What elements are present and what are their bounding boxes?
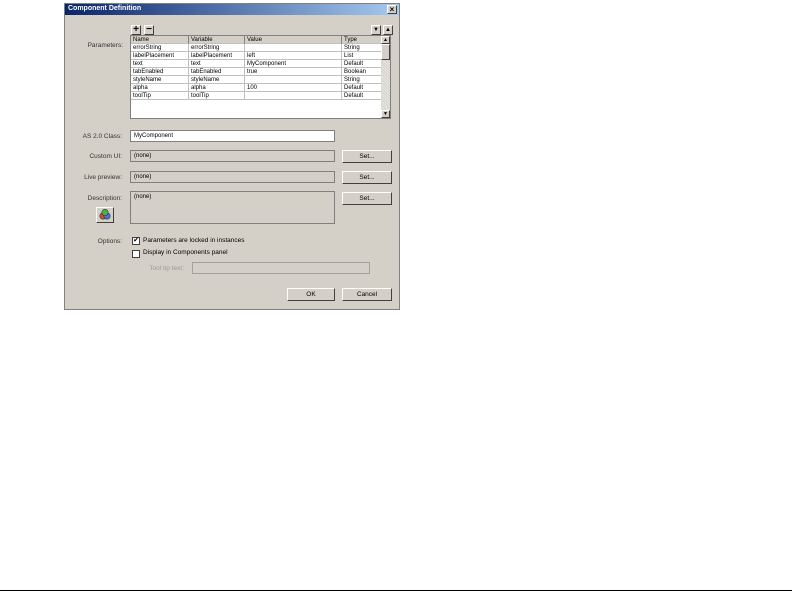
scroll-thumb[interactable] (381, 44, 390, 60)
table-row[interactable]: labelPlacement labelPlacement left List (131, 52, 382, 60)
cell-variable: alpha (189, 84, 245, 92)
cell-variable: toolTip (189, 92, 245, 100)
table-row[interactable]: errorString errorString String (131, 44, 382, 52)
cell-name: text (131, 60, 189, 68)
scroll-down-icon[interactable]: ▼ (381, 110, 390, 118)
cell-type: Boolean (342, 68, 382, 76)
table-row[interactable]: styleName styleName String (131, 76, 382, 84)
live-preview-field: (none) (130, 171, 335, 183)
table-scrollbar[interactable]: ▲ ▼ (381, 36, 390, 118)
close-button[interactable]: × (387, 5, 397, 14)
cell-variable: text (189, 60, 245, 68)
cancel-button[interactable]: Cancel (342, 288, 392, 301)
as-class-label: AS 2.0 Class: (82, 133, 122, 140)
cell-type: Default (342, 84, 382, 92)
display-checkbox[interactable] (132, 250, 140, 258)
cell-value[interactable] (245, 92, 342, 100)
live-preview-label: Live preview: (84, 174, 122, 181)
scroll-up-icon[interactable]: ▲ (381, 36, 390, 44)
add-parameter-button[interactable]: + (131, 25, 141, 35)
cell-value[interactable]: 100 (245, 84, 342, 92)
column-header-value[interactable]: Value (245, 36, 342, 44)
cell-name: alpha (131, 84, 189, 92)
cell-type: String (342, 76, 382, 84)
description-field: (none) (130, 191, 335, 224)
custom-ui-set-button[interactable]: Set... (342, 150, 392, 163)
cell-name: errorString (131, 44, 189, 52)
display-checkbox-label[interactable]: Display in Components panel (143, 249, 228, 256)
page-bottom-rule (0, 590, 792, 591)
table-row[interactable]: text text MyComponent Default (131, 60, 382, 68)
cell-variable: errorString (189, 44, 245, 52)
column-header-variable[interactable]: Variable (189, 36, 245, 44)
table-row[interactable]: tabEnabled tabEnabled true Boolean (131, 68, 382, 76)
table-row[interactable]: alpha alpha 100 Default (131, 84, 382, 92)
column-header-type[interactable]: Type (342, 36, 382, 44)
live-preview-set-button[interactable]: Set... (342, 171, 392, 184)
tooltip-text-input[interactable] (192, 262, 370, 274)
description-label: Description: (87, 195, 122, 202)
table-row[interactable]: toolTip toolTip Default (131, 92, 382, 100)
cell-variable: styleName (189, 76, 245, 84)
locked-checkbox-label[interactable]: Parameters are locked in instances (143, 237, 245, 244)
column-header-name[interactable]: Name (131, 36, 189, 44)
parameters-label: Parameters: (87, 42, 123, 49)
cell-name: styleName (131, 76, 189, 84)
cell-type: Default (342, 92, 382, 100)
move-up-button[interactable]: ▲ (383, 25, 393, 35)
remove-parameter-button[interactable]: − (144, 25, 154, 35)
cell-name: tabEnabled (131, 68, 189, 76)
cell-variable: labelPlacement (189, 52, 245, 60)
component-icon (99, 208, 111, 220)
move-down-button[interactable]: ▼ (371, 25, 381, 35)
title-bar[interactable]: Component Definition × (65, 4, 399, 15)
description-set-button[interactable]: Set... (342, 192, 392, 205)
parameters-table[interactable]: Name Variable Value Type errorString err… (130, 35, 391, 119)
custom-ui-field: (none) (130, 150, 335, 162)
dialog-title: Component Definition (68, 5, 142, 12)
locked-checkbox[interactable]: ✔ (132, 237, 140, 245)
cell-type: String (342, 44, 382, 52)
cell-name: labelPlacement (131, 52, 189, 60)
cell-value[interactable]: true (245, 68, 342, 76)
options-label: Options: (97, 238, 122, 245)
table-header: Name Variable Value Type (131, 36, 382, 44)
component-icon-button[interactable] (96, 207, 114, 223)
ok-button[interactable]: OK (287, 288, 335, 301)
custom-ui-label: Custom UI: (89, 153, 122, 160)
cell-value[interactable] (245, 44, 342, 52)
as-class-input[interactable]: MyComponent (130, 130, 335, 142)
cell-value[interactable]: left (245, 52, 342, 60)
tooltip-text-label: Tool tip text: (149, 265, 184, 272)
cell-type: List (342, 52, 382, 60)
cell-value[interactable]: MyComponent (245, 60, 342, 68)
cell-variable: tabEnabled (189, 68, 245, 76)
cell-type: Default (342, 60, 382, 68)
cell-value[interactable] (245, 76, 342, 84)
cell-name: toolTip (131, 92, 189, 100)
